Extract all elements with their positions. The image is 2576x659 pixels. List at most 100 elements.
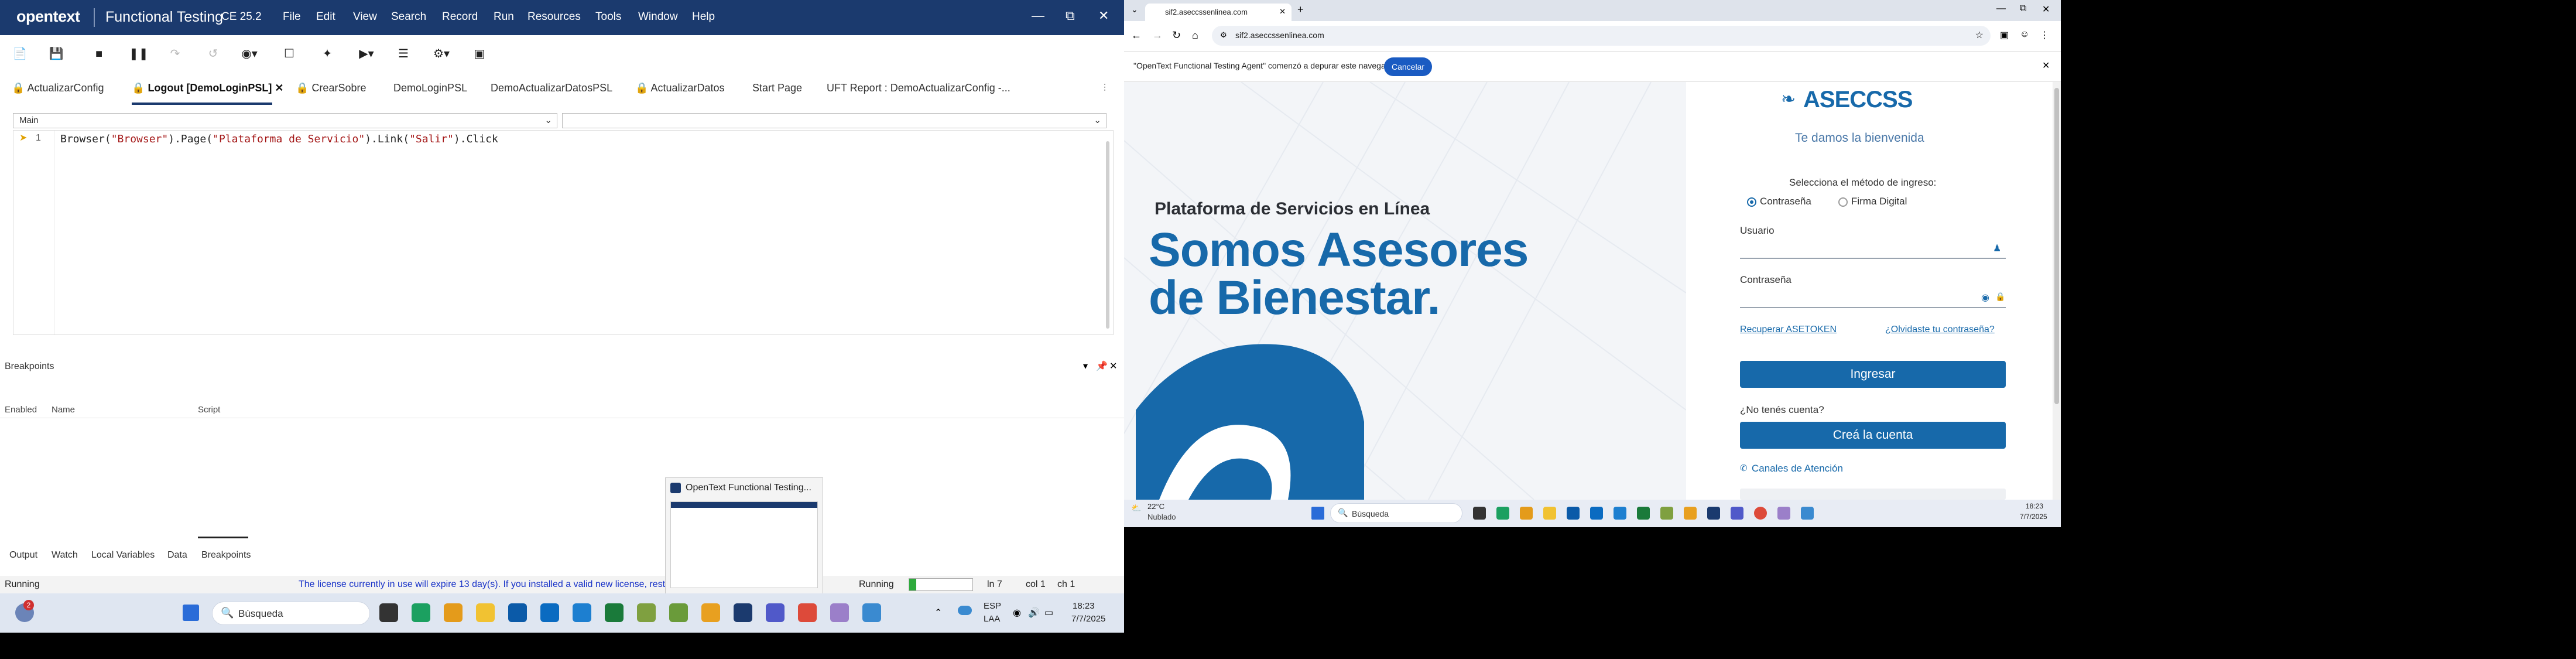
clock-date[interactable]: 7/7/2025 xyxy=(1071,614,1105,624)
input-language[interactable]: ESP xyxy=(984,601,1001,611)
chrome-menu-icon[interactable]: ⋮ xyxy=(2040,29,2049,41)
word-icon[interactable] xyxy=(573,603,591,622)
app-icon-3[interactable] xyxy=(701,603,720,622)
app-icon-3[interactable] xyxy=(1777,507,1790,520)
show-password-eye-icon[interactable]: ◉ xyxy=(1981,292,1989,303)
weather-icon[interactable]: ⛅ xyxy=(1131,503,1141,513)
app-icon-1[interactable] xyxy=(1660,507,1673,520)
wifi-icon[interactable]: ◉ xyxy=(1013,607,1021,619)
channels-link[interactable]: Canales de Atención xyxy=(1752,463,1843,474)
task-view-icon[interactable] xyxy=(1473,507,1486,520)
app-icon-2[interactable] xyxy=(669,603,688,622)
tab-actualizardatos[interactable]: 🔒 ActualizarDatos xyxy=(635,82,725,94)
tab-search-icon[interactable]: ⌄ xyxy=(1131,5,1138,15)
tab-actualizarconfig[interactable]: 🔒 ActualizarConfig xyxy=(12,82,104,94)
store-icon[interactable] xyxy=(1567,507,1580,520)
tab-start-page[interactable]: Start Page xyxy=(752,82,802,94)
menu-run[interactable]: Run xyxy=(494,11,514,23)
back-icon[interactable]: ← xyxy=(1131,29,1142,42)
radio-signature[interactable] xyxy=(1838,197,1848,207)
code-editor[interactable]: 1 ➤ Browser("Browser").Page("Plataforma … xyxy=(13,130,1114,335)
radio-password[interactable] xyxy=(1747,197,1756,207)
tab-local-variables[interactable]: Local Variables xyxy=(91,550,155,561)
teams-icon[interactable] xyxy=(1731,507,1743,520)
list-icon[interactable]: ☰ xyxy=(395,46,412,62)
tab-demologinpsl[interactable]: DemoLoginPSL xyxy=(393,82,467,94)
pause-icon[interactable]: ❚❚ xyxy=(129,46,149,62)
object-repository-icon[interactable]: ☐ xyxy=(281,46,297,62)
folder-icon[interactable] xyxy=(1543,507,1556,520)
extensions-icon[interactable]: ▣ xyxy=(2000,29,2009,41)
pane-close-icon[interactable]: ✕ xyxy=(1109,360,1117,372)
pane-menu-icon[interactable]: ▾ xyxy=(1083,360,1088,372)
app-icon-4[interactable] xyxy=(1801,507,1814,520)
user-input[interactable] xyxy=(1740,239,2003,257)
password-input[interactable] xyxy=(1740,288,1986,306)
outlook-icon[interactable] xyxy=(1590,507,1603,520)
address-bar[interactable]: ⚙ sif2.aseccssenlinea.com ☆ xyxy=(1212,26,1991,46)
minimize-icon[interactable]: — xyxy=(1032,8,1044,23)
license-warning[interactable]: The license currently in use will expire… xyxy=(299,579,728,590)
menu-resources[interactable]: Resources xyxy=(527,11,581,23)
minimize-icon[interactable]: — xyxy=(1996,4,2006,14)
action-combo[interactable]: Main ⌄ xyxy=(13,113,557,128)
menu-help[interactable]: Help xyxy=(692,11,715,23)
app-icon-1[interactable] xyxy=(637,603,656,622)
record-options-icon[interactable]: ◉▾ xyxy=(241,46,258,62)
save-icon[interactable]: 💾 xyxy=(48,46,64,62)
outlook-icon[interactable] xyxy=(540,603,559,622)
start-icon[interactable] xyxy=(1311,507,1324,520)
profile-icon[interactable]: ☺ xyxy=(2020,29,2029,40)
login-button[interactable]: Ingresar xyxy=(1740,361,2006,388)
chrome-icon[interactable] xyxy=(798,603,817,622)
excel-icon[interactable] xyxy=(1637,507,1650,520)
pin-icon[interactable]: 📌 xyxy=(1096,360,1108,372)
menu-window[interactable]: Window xyxy=(638,11,678,23)
bookmark-star-icon[interactable]: ☆ xyxy=(1975,29,1984,41)
taskbar-window-preview[interactable]: OpenText Functional Testing... xyxy=(665,477,823,595)
excel-icon[interactable] xyxy=(605,603,624,622)
reload-icon[interactable]: ↻ xyxy=(1172,29,1181,42)
tab-demoactualizardatospsl[interactable]: DemoActualizarDatosPSL xyxy=(491,82,612,94)
opentext-taskbar-icon[interactable] xyxy=(1707,507,1720,520)
cancel-debug-button[interactable]: Cancelar xyxy=(1384,57,1432,76)
tab-close-icon[interactable]: ✕ xyxy=(1279,7,1286,16)
new-tab-icon[interactable]: + xyxy=(1297,4,1304,16)
run-icon[interactable]: ▶▾ xyxy=(358,46,375,62)
restore-icon[interactable]: ⧉ xyxy=(2020,4,2026,14)
site-info-icon[interactable]: ⚙ xyxy=(1220,30,1227,40)
create-account-button[interactable]: Creá la cuenta xyxy=(1740,422,2006,449)
word-icon[interactable] xyxy=(1614,507,1626,520)
tab-watch[interactable]: Watch xyxy=(52,550,78,561)
store-icon[interactable] xyxy=(508,603,527,622)
onedrive-icon[interactable] xyxy=(958,606,972,615)
weather-condition[interactable]: Nublado xyxy=(1147,513,1176,521)
taskbar-search[interactable]: 🔍 Búsqueda xyxy=(212,602,370,625)
opentext-taskbar-icon[interactable] xyxy=(734,603,752,622)
input-layout[interactable]: LAA xyxy=(984,614,1000,624)
close-icon[interactable]: ✕ xyxy=(1098,8,1109,23)
spy-icon[interactable]: ✦ xyxy=(319,46,335,62)
function-combo[interactable]: ⌄ xyxy=(562,113,1107,128)
menu-record[interactable]: Record xyxy=(442,11,478,23)
new-icon[interactable]: 📄 xyxy=(12,46,28,62)
tab-output[interactable]: Output xyxy=(9,550,37,561)
close-icon[interactable]: ✕ xyxy=(2042,4,2050,15)
tab-data[interactable]: Data xyxy=(167,550,187,561)
step-out-icon[interactable]: ↺ xyxy=(205,46,221,62)
task-view-icon[interactable] xyxy=(379,603,398,622)
clock-time[interactable]: 18:23 xyxy=(2026,502,2043,510)
app-icon-5[interactable] xyxy=(862,603,881,622)
chrome-tab[interactable]: sif2.aseccssenlinea.com ✕ xyxy=(1145,4,1292,21)
weather-temp[interactable]: 22°C xyxy=(1147,502,1164,511)
chrome-icon[interactable] xyxy=(1754,507,1767,520)
edge-icon[interactable] xyxy=(1496,507,1509,520)
settings-gear-icon[interactable]: ⚙▾ xyxy=(433,46,450,62)
tabs-overflow-icon[interactable]: ⋮ xyxy=(1101,82,1109,92)
battery-icon[interactable]: ▭ xyxy=(1044,607,1053,619)
taskbar-search[interactable]: 🔍 Búsqueda xyxy=(1330,503,1462,523)
tab-uft-report[interactable]: UFT Report : DemoActualizarConfig -... xyxy=(827,82,1010,94)
tab-crearsobre[interactable]: 🔒 CrearSobre xyxy=(296,82,366,94)
tab-close-icon[interactable]: ✕ xyxy=(275,82,283,94)
app-icon-2[interactable] xyxy=(1684,507,1697,520)
